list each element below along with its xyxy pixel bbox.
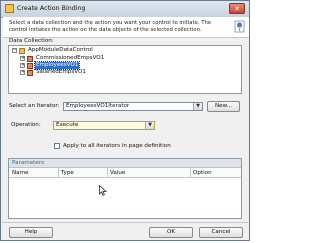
tree-item-label: SalariedEmpsVO1 xyxy=(36,69,86,75)
operation-label: Operation: xyxy=(11,122,41,128)
cancel-button[interactable]: Cancel xyxy=(199,227,243,238)
ok-button[interactable]: OK xyxy=(149,227,193,238)
parameters-table: Parameters Name Type Value Option xyxy=(8,158,242,219)
parameters-header: Name Type Value Option xyxy=(9,168,241,178)
chevron-down-icon[interactable]: ▼ xyxy=(193,103,202,110)
dialog-title: Create Action Binding xyxy=(17,5,86,12)
view-object-icon xyxy=(27,55,33,62)
column-header-option[interactable]: Option xyxy=(193,170,212,176)
iterator-select[interactable]: EmployeesVO1Iterator ▼ xyxy=(63,102,203,111)
tree-item-label: AppModuleDataControl xyxy=(28,47,93,53)
tree-item-root[interactable]: − AppModuleDataControl xyxy=(12,47,94,54)
apply-all-row[interactable]: Apply to all iterators in page definitio… xyxy=(54,143,171,149)
operation-value: Execute xyxy=(56,122,79,128)
iterator-label: Select an Iterator: xyxy=(9,103,60,109)
parameters-title-bar: Parameters xyxy=(9,159,241,168)
data-collection-label: Data Collection: xyxy=(9,38,54,44)
tree-item-commissioned[interactable]: + CommissionedEmpsVO1 xyxy=(20,55,105,62)
chevron-down-icon[interactable]: ▼ xyxy=(145,122,154,129)
iterator-value: EmployeesVO1Iterator xyxy=(66,103,130,109)
expand-icon[interactable]: + xyxy=(20,63,25,68)
column-divider xyxy=(190,168,191,177)
tree-item-salaried[interactable]: + SalariedEmpsVO1 xyxy=(20,69,87,76)
data-collection-tree[interactable]: − AppModuleDataControl + CommissionedEmp… xyxy=(8,45,242,94)
instructions-text: Select a data collection and the action … xyxy=(9,20,212,33)
collapse-icon[interactable]: − xyxy=(12,48,17,53)
tree-item-label: CommissionedEmpsVO1 xyxy=(36,55,105,61)
apply-all-checkbox[interactable] xyxy=(54,143,60,149)
help-button[interactable]: Help xyxy=(9,227,53,238)
apply-all-label: Apply to all iterators in page definitio… xyxy=(63,143,171,149)
column-header-name[interactable]: Name xyxy=(12,170,29,176)
help-info-icon xyxy=(234,20,245,33)
title-bar: Create Action Binding ✕ xyxy=(1,1,249,18)
close-button[interactable]: ✕ xyxy=(229,3,245,14)
ok-button-label: OK xyxy=(166,229,176,235)
cancel-button-label: Cancel xyxy=(211,229,231,235)
instructions-panel: Select a data collection and the action … xyxy=(3,17,249,38)
expand-icon[interactable]: + xyxy=(20,70,25,75)
column-header-type[interactable]: Type xyxy=(61,170,74,176)
help-button-label: Help xyxy=(24,229,38,235)
view-object-icon xyxy=(27,69,33,76)
parameters-title: Parameters xyxy=(12,160,45,166)
folder-icon xyxy=(19,47,25,54)
expand-icon[interactable]: + xyxy=(20,56,25,61)
app-icon xyxy=(5,4,14,13)
view-object-icon xyxy=(27,62,33,69)
footer-divider xyxy=(2,222,248,223)
mouse-pointer-icon xyxy=(99,185,107,196)
column-divider xyxy=(58,168,59,177)
tree-item-employees[interactable]: + EmployeesVO1 xyxy=(20,61,81,70)
tree-item-label-selected: EmployeesVO1 xyxy=(33,61,81,70)
new-iterator-button[interactable]: New... xyxy=(207,101,240,112)
column-divider xyxy=(107,168,108,177)
operation-select[interactable]: Execute ▼ xyxy=(53,121,155,130)
column-header-value[interactable]: Value xyxy=(110,170,125,176)
